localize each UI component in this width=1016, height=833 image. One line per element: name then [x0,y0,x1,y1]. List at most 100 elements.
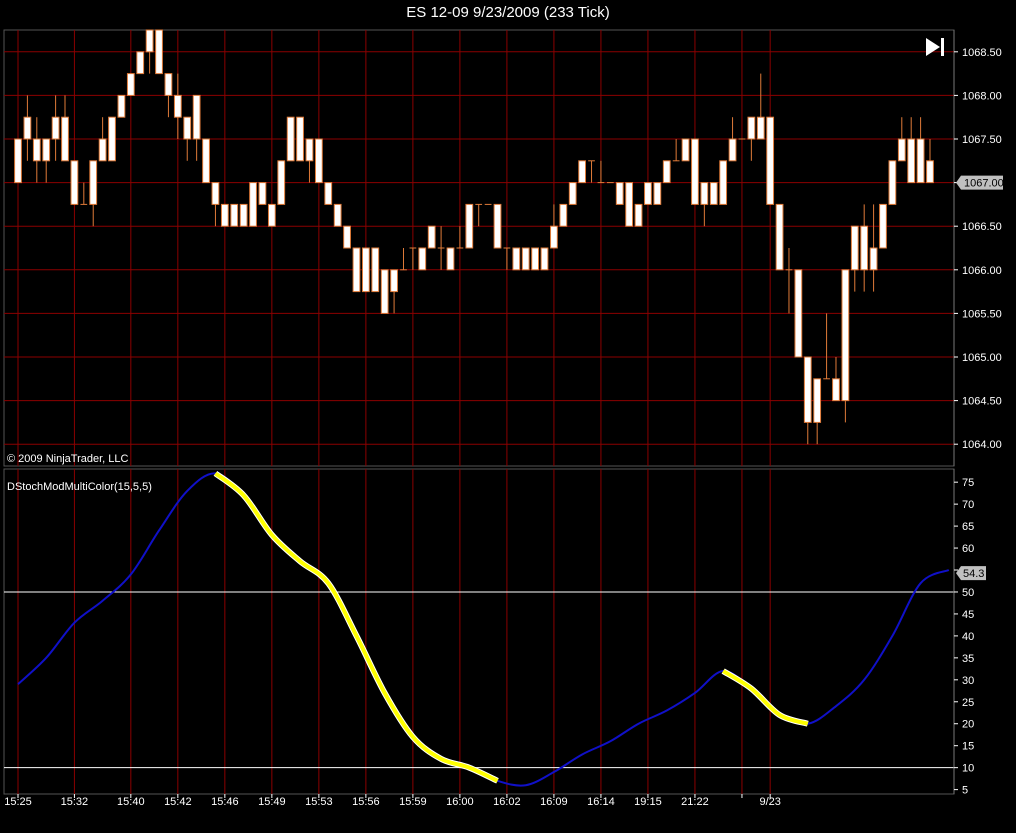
indicator-y-tick-label: 5 [962,785,968,797]
last-price-badge: 1067.00 [956,175,1004,190]
candle [869,204,878,292]
candle-body [578,160,587,184]
candle [907,117,916,184]
candle-body [568,182,577,205]
candle [220,203,229,227]
candle [202,138,210,184]
candle [832,357,840,402]
candle [249,182,257,227]
candle-body [681,138,690,162]
stochastic-down-segment [722,669,809,726]
candle-body [813,378,822,423]
indicator-y-tick-label: 10 [962,763,974,775]
last-value-badge: 54.3 [956,566,986,581]
candle-body [841,269,850,402]
candle-body [879,203,887,249]
candle [267,203,276,227]
candle-body [249,182,257,227]
candle [61,95,69,162]
indicator-name: DStochModMultiColor(15,5,5) [7,481,152,493]
candle-body [540,247,549,271]
candle-body [850,225,859,271]
candle [361,247,370,293]
candle [681,138,690,162]
candle-body [145,29,154,53]
candle-body [277,160,286,205]
x-tick-label: 15:46 [211,796,239,808]
candle-body [775,203,784,271]
play-arrow-icon[interactable] [926,38,940,56]
candle [550,204,558,249]
candle-body [117,94,126,118]
x-tick-label: 16:09 [540,796,568,808]
price-y-tick-label: 1064.50 [962,396,1002,408]
chart-canvas[interactable]: 1068.50 1068.00 1067.50 1067.00 1066.50 1066.… [0,0,1016,833]
candle-body [427,225,436,249]
candle [860,204,869,292]
candle [785,248,793,314]
candle-body [700,182,709,205]
candle-body [14,138,22,184]
indicator-y-tick-label: 20 [962,719,974,731]
candle-body [220,203,229,227]
x-tick-label: 15:32 [61,796,89,808]
candle [333,203,342,227]
x-tick-label: 16:00 [446,796,474,808]
end-bar-icon[interactable] [941,38,944,56]
candle [89,160,98,227]
candle-body [258,182,267,205]
candle [512,247,521,271]
candle [747,116,756,161]
candle-body [32,138,41,162]
candle [615,182,624,205]
indicator-y-tick-label: 25 [962,697,974,709]
price-panel[interactable]: 1068.50 1068.00 1067.50 1067.00 1066.50 1066.… [3,29,1004,467]
candle-body [296,116,304,162]
candle-body [728,138,737,162]
candle [662,160,671,184]
candle-body [380,269,389,314]
candle [446,247,455,271]
time-axis: 15:25 15:32 15:40 15:42 15:46 15:49 15:53 15:56… [4,794,781,808]
price-y-tick-label: 1064.00 [962,439,1002,451]
candle-body [719,160,728,205]
candle-body [267,203,276,227]
candle [578,160,587,184]
candle [286,116,295,162]
candle-body [756,116,765,140]
candle [239,203,248,227]
last-value-badge-label: 54.3 [963,568,984,580]
candle [352,247,361,293]
candle [14,138,22,184]
indicator-panel[interactable]: 75706560555045403530252015105 54.3 DStoc… [3,468,986,797]
candle [888,160,897,205]
scroll-to-end-icon[interactable] [926,38,944,56]
candle [568,182,577,205]
candle-body [691,138,699,205]
x-tick-label: 9/23 [759,796,780,808]
candle-body [192,94,201,140]
candle [164,73,173,118]
candle-body [766,116,775,205]
candle-body [662,160,671,184]
candle [145,29,154,74]
price-y-axis: 1068.50 1068.00 1067.50 1067.00 1066.50 1066.… [953,30,1002,466]
last-price-badge-label: 1067.00 [964,178,1004,190]
x-tick-label: 15:42 [164,796,192,808]
candle-body [493,203,502,249]
price-y-tick-label: 1066.00 [962,265,1002,277]
candle-body [239,203,248,227]
candle [230,203,239,227]
indicator-y-tick-label: 15 [962,741,974,753]
candle-body [531,247,539,271]
indicator-y-tick-label: 45 [962,609,974,621]
candle-body [390,269,398,293]
candle-body [897,138,906,162]
candle [559,203,568,227]
candle [700,182,709,227]
candle [850,225,859,292]
candle [691,138,699,205]
candle-body [155,29,163,75]
indicator-y-tick-label: 30 [962,675,974,687]
candle [277,160,286,205]
